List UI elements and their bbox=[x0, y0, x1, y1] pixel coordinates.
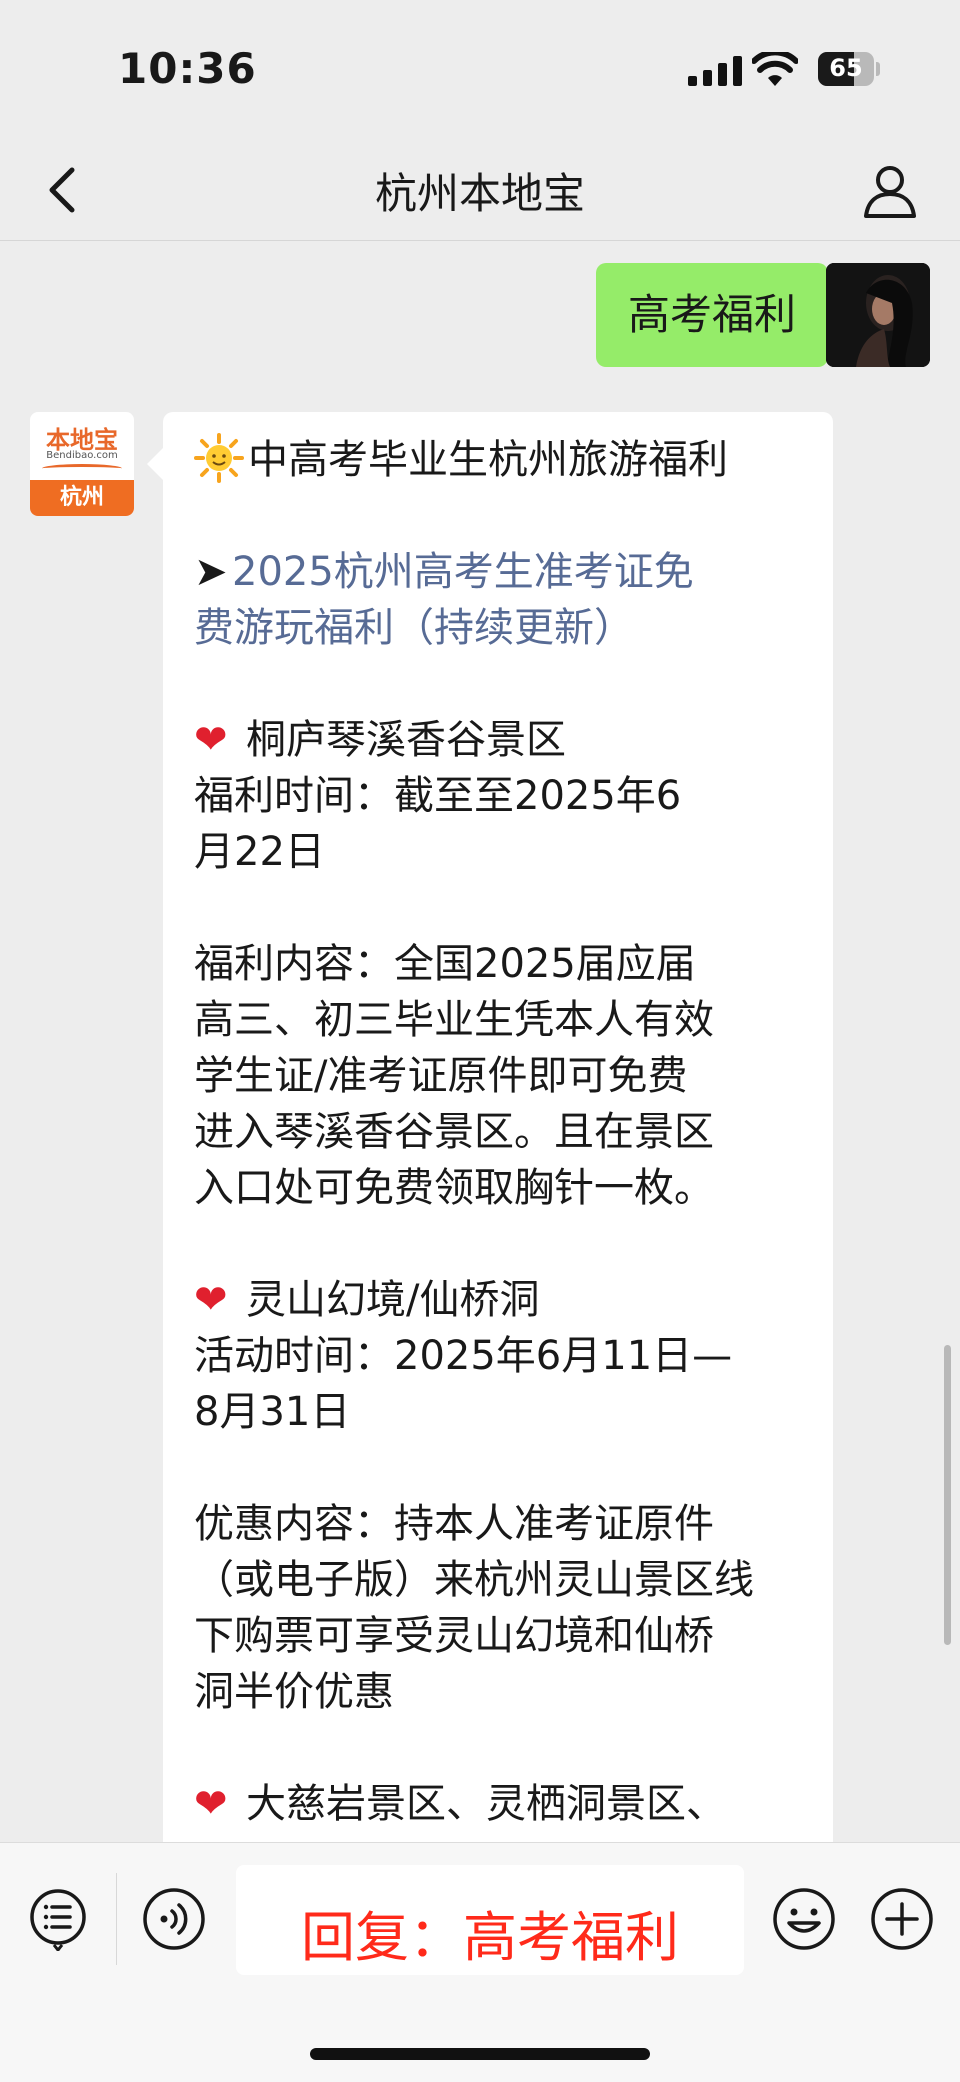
home-indicator[interactable] bbox=[310, 2048, 650, 2060]
emoji-icon[interactable] bbox=[772, 1887, 836, 1951]
status-bar: 10:36 65 bbox=[0, 0, 960, 140]
scrollbar[interactable] bbox=[944, 1345, 951, 1645]
avatar-domain: Bendibao.com bbox=[46, 450, 118, 461]
message-text-16: （或电子版）来杭州灵山景区线 bbox=[194, 1557, 754, 1603]
message-text-1: 中高考毕业生杭州旅游福利 bbox=[248, 437, 728, 483]
reply-hint-text: 回复：高考福利 bbox=[301, 1906, 679, 1969]
message-text-6: 月22日 bbox=[194, 829, 325, 875]
my-avatar[interactable] bbox=[826, 263, 930, 367]
message-line: ❤ 灵山幻境/仙桥洞 bbox=[194, 1272, 803, 1328]
message-link-line[interactable]: ➤ 2025杭州高考生准考证免 bbox=[194, 544, 803, 600]
message-text-14: 8月31日 bbox=[194, 1389, 351, 1435]
heart-icon: ❤ bbox=[194, 1277, 228, 1323]
avatar-photo bbox=[826, 263, 930, 367]
input-bar: 回复：高考福利 bbox=[0, 1842, 960, 2082]
message-line: ❤ 桐庐琴溪香谷景区 bbox=[194, 712, 803, 768]
heart-icon: ❤ bbox=[194, 1781, 228, 1827]
message-text-17: 下购票可享受灵山幻境和仙桥 bbox=[194, 1613, 714, 1659]
wifi-icon bbox=[752, 52, 798, 86]
heart-icon: ❤ bbox=[194, 717, 228, 763]
message-text-7: 福利内容：全国2025届应届 bbox=[194, 941, 696, 987]
message-text-5: 福利时间：截至至2025年6 bbox=[194, 773, 682, 819]
message-text-11: 入口处可免费领取胸针一枚。 bbox=[194, 1165, 714, 1211]
message-line: ❤ 大慈岩景区、灵栖洞景区、 bbox=[194, 1776, 803, 1832]
arrow-icon: ➤ bbox=[194, 549, 228, 595]
message-text-13: 活动时间：2025年6月11日— bbox=[194, 1333, 733, 1379]
message-text-4: 桐庐琴溪香谷景区 bbox=[246, 717, 566, 763]
avatar-city: 杭州 bbox=[30, 480, 134, 516]
message-text-19: 大慈岩景区、灵栖洞景区、 bbox=[246, 1781, 726, 1827]
sun-emoji-icon bbox=[194, 433, 244, 483]
add-icon[interactable] bbox=[870, 1887, 934, 1951]
message-text-18: 洞半价优惠 bbox=[194, 1669, 394, 1715]
status-time: 10:36 bbox=[118, 44, 257, 93]
battery-icon: 65 bbox=[818, 52, 874, 86]
article-link-1[interactable]: 2025杭州高考生准考证免 bbox=[232, 549, 694, 595]
nav-bar: 杭州本地宝 bbox=[0, 140, 960, 241]
message-line: 中高考毕业生杭州旅游福利 bbox=[194, 432, 803, 488]
article-link-2[interactable]: 费游玩福利（持续更新） bbox=[194, 600, 803, 656]
battery-percent: 65 bbox=[829, 54, 863, 82]
message-input[interactable]: 回复：高考福利 bbox=[236, 1865, 744, 1975]
my-message-bubble[interactable]: 高考福利 bbox=[595, 263, 845, 367]
my-message-text: 高考福利 bbox=[627, 290, 796, 339]
chat-area[interactable]: 高考福利 本地宝 Bendibao.com 杭州 中高考毕业生杭州旅游福利 ➤ … bbox=[0, 241, 960, 1842]
message-text-12: 灵山幻境/仙桥洞 bbox=[246, 1277, 540, 1323]
message-text-10: 进入琴溪香谷景区。且在景区 bbox=[194, 1109, 714, 1155]
cellular-signal-icon bbox=[688, 56, 742, 86]
bot-message-bubble[interactable]: 中高考毕业生杭州旅游福利 ➤ 2025杭州高考生准考证免 费游玩福利（持续更新） … bbox=[147, 412, 833, 1842]
voice-icon[interactable] bbox=[142, 1887, 206, 1951]
message-text-9: 学生证/准考证原件即可免费 bbox=[194, 1053, 688, 1099]
official-account-avatar[interactable]: 本地宝 Bendibao.com 杭州 bbox=[30, 412, 134, 516]
profile-icon[interactable] bbox=[858, 158, 922, 222]
menu-list-icon[interactable] bbox=[26, 1887, 90, 1951]
chat-title: 杭州本地宝 bbox=[374, 169, 585, 218]
message-text-15: 优惠内容：持本人准考证原件 bbox=[194, 1501, 714, 1547]
message-text-8: 高三、初三毕业生凭本人有效 bbox=[194, 997, 714, 1043]
